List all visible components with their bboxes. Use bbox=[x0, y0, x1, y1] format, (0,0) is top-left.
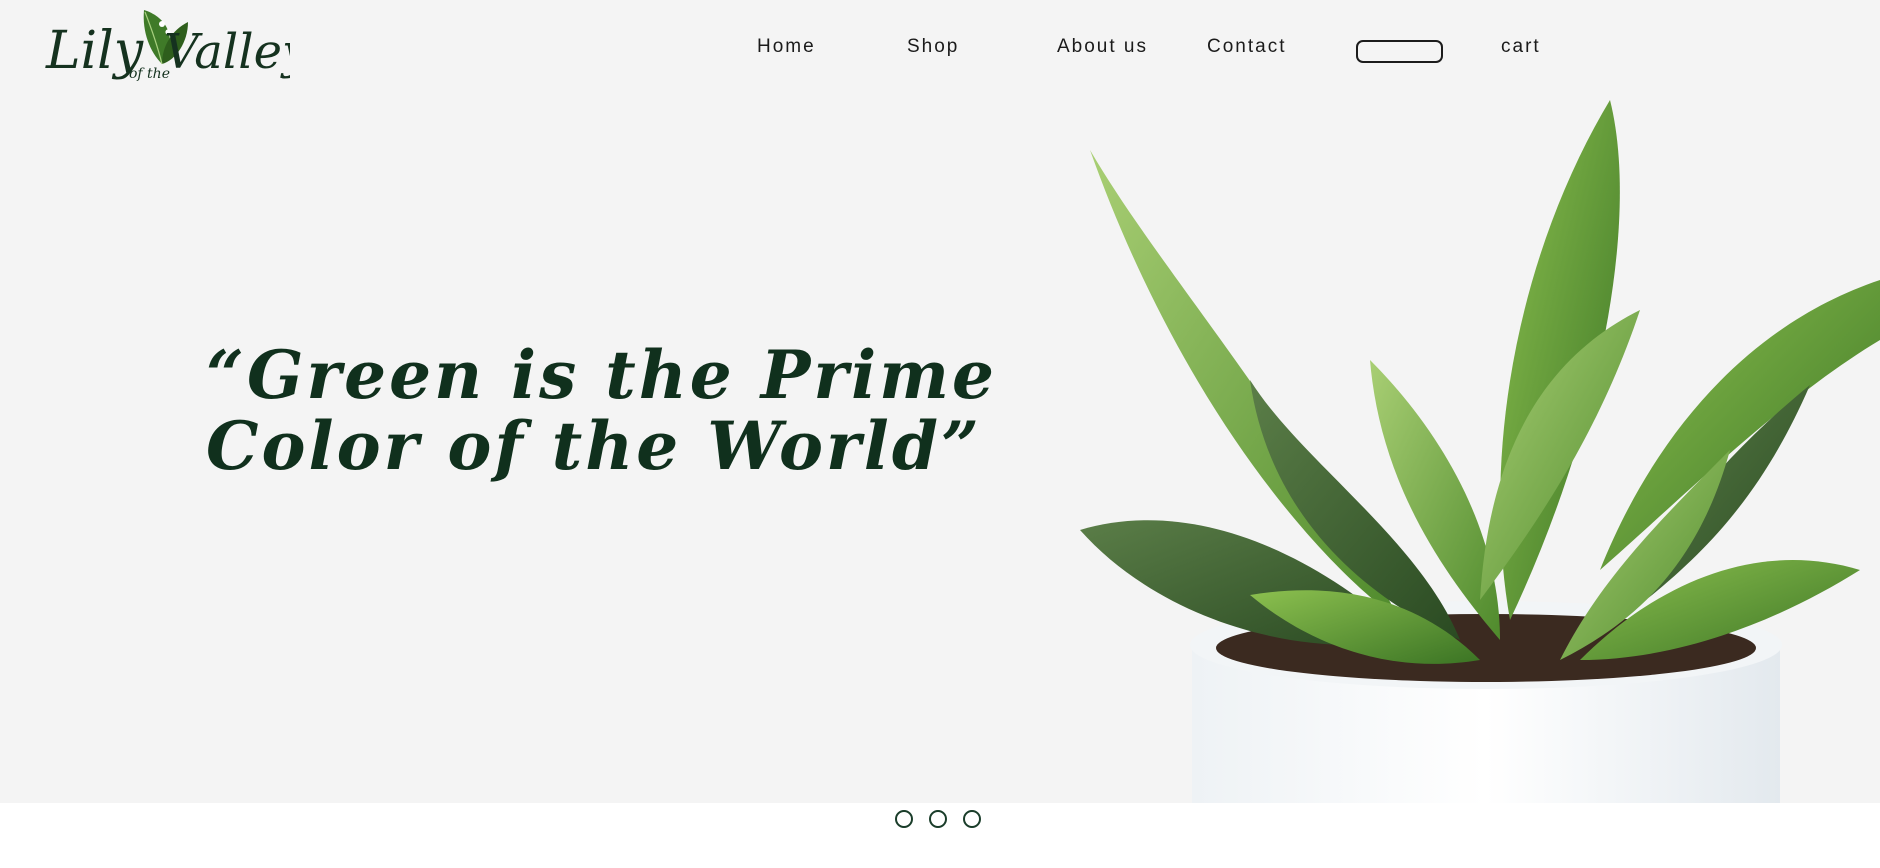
logo-graphic: Lily of the Valley bbox=[45, 10, 310, 82]
hero-section: Lily of the Valley Home Shop About us Co… bbox=[0, 0, 1880, 803]
nav-home-link[interactable]: Home bbox=[757, 36, 816, 58]
potted-plant-illustration bbox=[1080, 100, 1880, 803]
carousel-dots bbox=[895, 810, 981, 830]
hero-plant-image bbox=[1040, 100, 1880, 803]
carousel-dot-3[interactable] bbox=[963, 810, 981, 828]
search-input[interactable] bbox=[1356, 40, 1443, 63]
nav-about-link[interactable]: About us bbox=[1057, 36, 1148, 58]
carousel-dot-2[interactable] bbox=[929, 810, 947, 828]
brand-logo[interactable]: Lily of the Valley bbox=[44, 2, 310, 92]
nav-cart-link[interactable]: cart bbox=[1501, 36, 1541, 58]
logo-word-valley: Valley bbox=[164, 24, 290, 80]
hero-headline-line-2: Color of the World” bbox=[206, 407, 982, 485]
nav-shop-link[interactable]: Shop bbox=[907, 36, 959, 58]
carousel-dot-1[interactable] bbox=[895, 810, 913, 828]
leaf-right-upper bbox=[1600, 280, 1880, 570]
hero-headline: “Green is the Prime Color of the World” bbox=[206, 336, 997, 485]
hero-headline-line-1: “Green is the Prime bbox=[206, 336, 997, 414]
nav-contact-link[interactable]: Contact bbox=[1207, 36, 1286, 58]
